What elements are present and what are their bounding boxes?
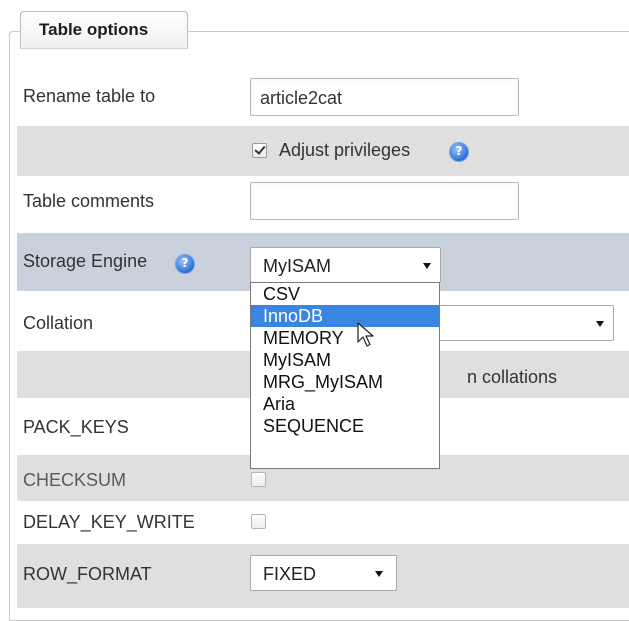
rename-table-input[interactable]: article2cat [250, 78, 519, 116]
storage-engine-dropdown-list: CSV InnoDB MEMORY MyISAM MRG_MyISAM Aria… [250, 282, 440, 469]
table-comments-label: Table comments [23, 191, 155, 211]
delay-key-write-checkbox[interactable] [251, 514, 266, 529]
delay-key-write-label: DELAY_KEY_WRITE [23, 512, 195, 532]
storage-engine-option[interactable]: Aria [251, 393, 439, 415]
row-format-select[interactable]: FIXED [250, 555, 397, 591]
adjust-privileges-row: Adjust privileges [17, 126, 629, 176]
storage-engine-option-highlighted[interactable]: InnoDB [251, 305, 439, 327]
storage-engine-option[interactable]: MyISAM [251, 349, 439, 371]
chevron-down-icon [375, 571, 383, 577]
help-icon[interactable] [176, 255, 194, 273]
rename-table-row: Rename table to article2cat [17, 66, 629, 126]
row-format-row: ROW_FORMAT FIXED [17, 544, 629, 608]
storage-engine-option[interactable]: CSV [251, 283, 439, 305]
delay-key-write-row: DELAY_KEY_WRITE [17, 501, 629, 544]
storage-engine-selected-value: MyISAM [263, 256, 332, 276]
storage-engine-option[interactable]: MRG_MyISAM [251, 371, 439, 393]
checksum-checkbox[interactable] [251, 472, 266, 487]
chevron-down-icon [596, 321, 604, 327]
table-comments-input[interactable] [250, 182, 519, 220]
storage-engine-label: Storage Engine [23, 251, 148, 271]
collation-note-text: n collations [467, 367, 558, 387]
pack-keys-label: PACK_KEYS [23, 417, 129, 437]
storage-engine-select[interactable]: MyISAM [250, 247, 441, 283]
adjust-privileges-checkbox[interactable] [252, 143, 267, 158]
rename-table-label: Rename table to [23, 86, 156, 106]
help-icon[interactable] [450, 143, 468, 161]
panel-title: Table options [20, 11, 188, 49]
checksum-label: CHECKSUM [23, 470, 127, 490]
row-format-selected-value: FIXED [263, 564, 317, 584]
storage-engine-option[interactable]: MEMORY [251, 327, 439, 349]
mouse-pointer-icon [357, 322, 374, 347]
adjust-privileges-label: Adjust privileges [279, 140, 411, 160]
storage-engine-option[interactable]: SEQUENCE [251, 415, 439, 437]
collation-label: Collation [23, 313, 94, 333]
chevron-down-icon [423, 263, 431, 269]
row-format-label: ROW_FORMAT [23, 564, 152, 584]
table-comments-row: Table comments [17, 176, 629, 233]
